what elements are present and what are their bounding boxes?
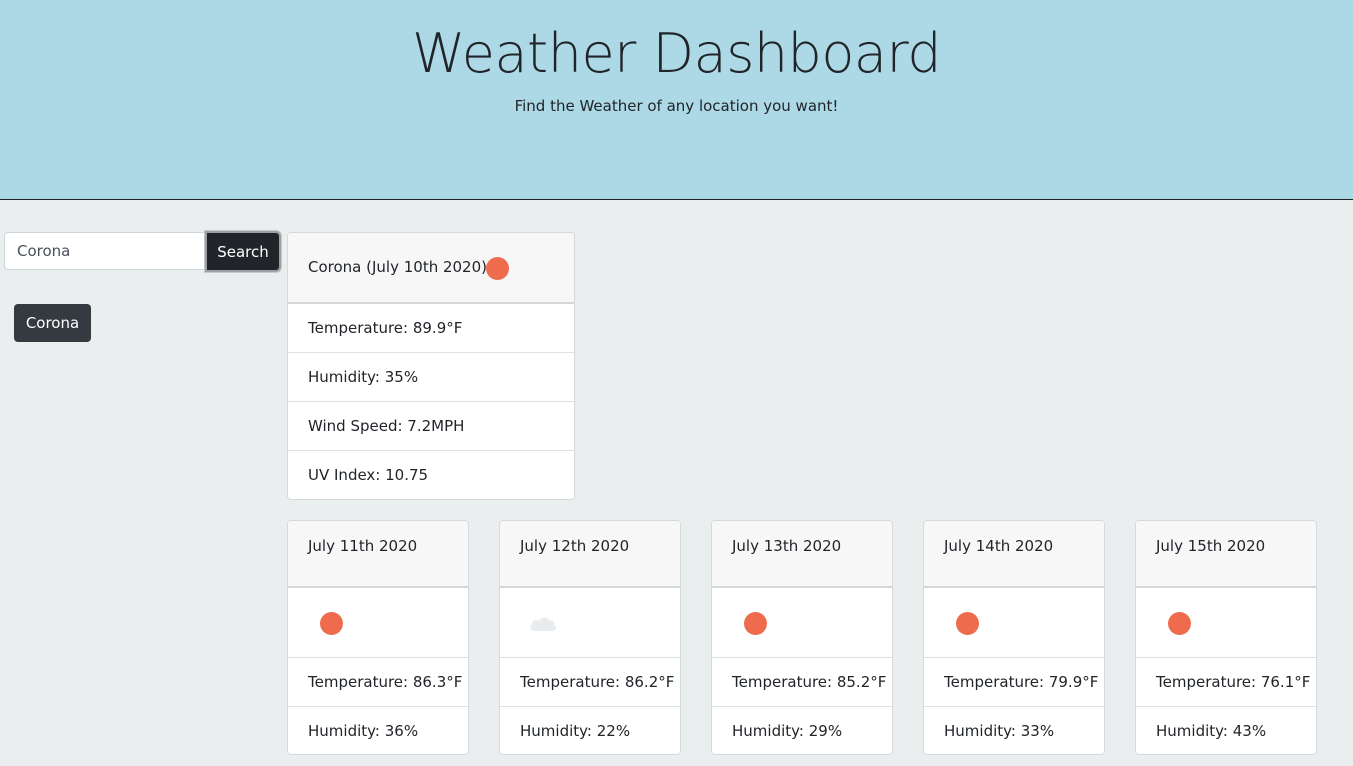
forecast-date-text: July 13th 2020 <box>732 537 842 555</box>
forecast-date-text: July 14th 2020 <box>944 537 1054 555</box>
forecast-date: July 13th 2020 <box>712 521 892 588</box>
current-temperature-text: Temperature: 89.9°F <box>308 319 463 337</box>
history-button-corona[interactable]: Corona <box>14 304 91 342</box>
sun-icon <box>1168 612 1191 635</box>
forecast-humidity-text: Humidity: 33% <box>944 722 1055 740</box>
current-wind-text: Wind Speed: 7.2MPH <box>308 417 465 435</box>
sun-icon <box>956 612 979 635</box>
forecast-icon-row <box>500 588 680 658</box>
current-weather-header: Corona (July 10th 2020) <box>288 233 574 304</box>
current-uv-index: UV Index: 10.75 <box>288 451 574 499</box>
forecast-temperature: Temperature: 76.1°F <box>1136 658 1316 707</box>
forecast-humidity: Humidity: 43% <box>1136 707 1316 754</box>
current-weather-card: Corona (July 10th 2020) Temperature: 89.… <box>287 232 575 500</box>
sun-icon <box>320 612 343 635</box>
forecast-card: July 15th 2020 Temperature: 76.1°F Humid… <box>1135 520 1317 755</box>
current-humidity: Humidity: 35% <box>288 353 574 402</box>
forecast-temperature-text: Temperature: 85.2°F <box>732 673 887 691</box>
forecast-icon-row <box>712 588 892 658</box>
forecast-date: July 11th 2020 <box>288 521 468 588</box>
forecast-icon-row <box>924 588 1104 658</box>
forecast-humidity-text: Humidity: 43% <box>1156 722 1267 740</box>
forecast-date-text: July 15th 2020 <box>1156 537 1266 555</box>
forecast-humidity: Humidity: 29% <box>712 707 892 754</box>
forecast-card: July 12th 2020 Temperature: 86.2°F Humid… <box>499 520 681 755</box>
forecast-humidity-text: Humidity: 29% <box>732 722 843 740</box>
current-humidity-text: Humidity: 35% <box>308 368 419 386</box>
forecast-icon-row <box>288 588 468 658</box>
forecast-humidity: Humidity: 33% <box>924 707 1104 754</box>
current-temperature: Temperature: 89.9°F <box>288 304 574 353</box>
sun-icon <box>486 257 509 280</box>
forecast-temperature: Temperature: 86.3°F <box>288 658 468 707</box>
forecast-icon-row <box>1136 588 1316 658</box>
forecast-temperature: Temperature: 86.2°F <box>500 658 680 707</box>
search-form: Search <box>4 231 281 272</box>
cloud-icon <box>530 617 557 631</box>
current-uv-text: UV Index: 10.75 <box>308 466 429 484</box>
forecast-card: July 14th 2020 Temperature: 79.9°F Humid… <box>923 520 1105 755</box>
page-subtitle: Find the Weather of any location you wan… <box>514 97 839 115</box>
forecast-temperature-text: Temperature: 79.9°F <box>944 673 1099 691</box>
forecast-temperature-text: Temperature: 76.1°F <box>1156 673 1311 691</box>
search-button[interactable]: Search <box>205 231 281 272</box>
forecast-date: July 12th 2020 <box>500 521 680 588</box>
forecast-humidity-text: Humidity: 36% <box>308 722 419 740</box>
forecast-date-text: July 11th 2020 <box>308 537 418 555</box>
forecast-date: July 14th 2020 <box>924 521 1104 588</box>
forecast-card: July 11th 2020 Temperature: 86.3°F Humid… <box>287 520 469 755</box>
forecast-temperature: Temperature: 79.9°F <box>924 658 1104 707</box>
search-input[interactable] <box>4 232 206 270</box>
forecast-humidity: Humidity: 36% <box>288 707 468 754</box>
current-wind-speed: Wind Speed: 7.2MPH <box>288 402 574 451</box>
page-header: Weather Dashboard Find the Weather of an… <box>0 0 1353 200</box>
forecast-temperature-text: Temperature: 86.3°F <box>308 673 463 691</box>
page-title: Weather Dashboard <box>412 22 942 85</box>
sun-icon <box>744 612 767 635</box>
current-weather-title: Corona (July 10th 2020) <box>308 258 487 276</box>
forecast-card: July 13th 2020 Temperature: 85.2°F Humid… <box>711 520 893 755</box>
forecast-date: July 15th 2020 <box>1136 521 1316 588</box>
forecast-temperature: Temperature: 85.2°F <box>712 658 892 707</box>
forecast-humidity: Humidity: 22% <box>500 707 680 754</box>
forecast-temperature-text: Temperature: 86.2°F <box>520 673 675 691</box>
forecast-humidity-text: Humidity: 22% <box>520 722 631 740</box>
forecast-date-text: July 12th 2020 <box>520 537 630 555</box>
